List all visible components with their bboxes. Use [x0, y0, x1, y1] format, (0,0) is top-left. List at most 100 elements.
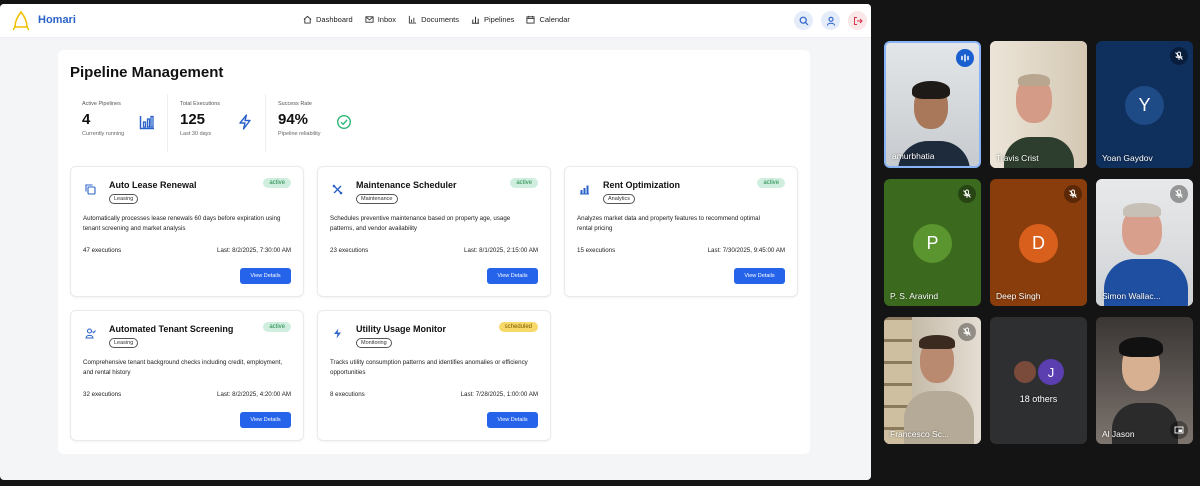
pipeline-panel: Pipeline Management Active Pipelines 4 C… — [58, 50, 810, 454]
mic-off-button[interactable] — [1170, 185, 1188, 203]
bar-chart-icon — [139, 115, 154, 130]
search-button[interactable] — [794, 11, 813, 30]
pipeline-card-automated-tenant-screening: Automated Tenant Screening Leasing activ… — [70, 310, 304, 441]
participant-name: Francesco Sc... — [890, 429, 950, 439]
main-nav: Dashboard Inbox Documents Pipelines Cale… — [303, 15, 570, 24]
view-details-button[interactable]: View Details — [734, 268, 785, 284]
category-tag: Monitoring — [356, 338, 392, 348]
last-run: Last: 8/2/2025, 4:20:00 AM — [217, 391, 291, 398]
search-icon — [799, 16, 808, 25]
mail-icon — [365, 16, 374, 23]
nav-documents[interactable]: Documents — [408, 15, 459, 24]
participant-avatar: P — [913, 224, 952, 263]
check-circle-icon — [336, 114, 352, 130]
participant-tile[interactable]: Travis Crist — [990, 41, 1087, 168]
participant-tile[interactable]: D Deep Singh — [990, 179, 1087, 306]
participant-tile[interactable]: Francesco Sc... — [884, 317, 981, 444]
participant-tile[interactable]: Al Jason — [1096, 317, 1193, 444]
execution-count: 32 executions — [83, 391, 122, 398]
card-description: Analyzes market data and property featur… — [577, 215, 760, 232]
participant-tile[interactable]: P P. S. Aravind — [884, 179, 981, 306]
bars-icon — [471, 16, 480, 24]
mic-off-button[interactable] — [1064, 185, 1082, 203]
wrench-icon — [332, 184, 343, 195]
last-run: Last: 7/30/2025, 9:45:00 AM — [707, 247, 785, 254]
status-badge: active — [263, 322, 291, 332]
view-details-button[interactable]: View Details — [240, 268, 291, 284]
others-tile[interactable]: J 18 others — [990, 317, 1087, 444]
last-run: Last: 7/28/2025, 1:00:00 AM — [460, 391, 538, 398]
pin-tile-button[interactable] — [1170, 421, 1188, 439]
participant-hair — [912, 81, 950, 99]
participant-tile[interactable]: Simon Wallac... — [1096, 179, 1193, 306]
profile-button[interactable] — [821, 11, 840, 30]
nav-pipelines[interactable]: Pipelines — [471, 15, 514, 24]
brand-name[interactable]: Homari — [38, 14, 76, 26]
logout-icon — [853, 16, 863, 25]
execution-count: 15 executions — [577, 247, 616, 254]
lightning-icon — [239, 114, 251, 130]
stat-success-rate: Success Rate 94% Pipeline reliability — [266, 94, 364, 152]
participant-avatar: D — [1019, 224, 1058, 263]
status-badge: active — [757, 178, 785, 188]
page-title: Pipeline Management — [70, 64, 224, 81]
nav-label: Pipelines — [484, 15, 515, 24]
stats-row: Active Pipelines 4 Currently running Tot… — [70, 94, 364, 152]
card-title: Automated Tenant Screening — [109, 324, 234, 334]
others-count: 18 others — [1019, 394, 1058, 404]
participant-hair — [1119, 337, 1163, 357]
participant-tile[interactable]: Y Yoan Gaydov — [1096, 41, 1193, 168]
card-description: Comprehensive tenant background checks i… — [83, 359, 283, 376]
nav-calendar[interactable]: Calendar — [526, 15, 570, 24]
mic-off-button[interactable] — [958, 323, 976, 341]
card-title: Maintenance Scheduler — [356, 180, 457, 190]
speaking-indicator — [956, 49, 974, 67]
view-details-button[interactable]: View Details — [487, 268, 538, 284]
view-details-button[interactable]: View Details — [240, 412, 291, 428]
stat-subtext: Pipeline reliability — [278, 131, 321, 137]
chart-icon — [408, 15, 417, 24]
last-run: Last: 8/1/2025, 2:15:00 AM — [464, 247, 538, 254]
nav-dashboard[interactable]: Dashboard — [303, 15, 353, 24]
mic-off-icon — [1175, 189, 1183, 198]
participant-hair — [1018, 74, 1050, 86]
pipeline-card-utility-usage-monitor: Utility Usage Monitor Monitoring schedul… — [317, 310, 551, 441]
shared-screen: Homari Dashboard Inbox Documents Pipelin… — [0, 4, 871, 480]
stat-label: Active Pipelines — [82, 101, 121, 107]
bar-chart-icon — [580, 185, 589, 195]
others-avatar-photo — [1012, 359, 1038, 385]
home-icon — [303, 15, 312, 24]
card-title: Utility Usage Monitor — [356, 324, 447, 334]
mic-off-button[interactable] — [1170, 47, 1188, 65]
top-navbar: Homari Dashboard Inbox Documents Pipelin… — [0, 4, 871, 38]
homari-logo-icon — [12, 11, 30, 31]
lightning-icon — [334, 328, 341, 339]
participant-name: P. S. Aravind — [890, 291, 939, 301]
view-details-button[interactable]: View Details — [487, 412, 538, 428]
execution-count: 47 executions — [83, 247, 122, 254]
participant-hair — [1123, 203, 1161, 217]
mic-off-button[interactable] — [958, 185, 976, 203]
stat-total-executions: Total Executions 125 Last 30 days — [168, 94, 266, 152]
mic-off-icon — [963, 327, 971, 336]
top-actions — [794, 11, 867, 30]
nav-label: Calendar — [539, 15, 570, 24]
category-tag: Maintenance — [356, 194, 398, 204]
others-avatar: J — [1038, 359, 1064, 385]
pipeline-card-auto-lease-renewal: Auto Lease Renewal Leasing active Automa… — [70, 166, 304, 297]
category-tag: Leasing — [109, 338, 139, 348]
participant-hair — [919, 335, 955, 349]
nav-label: Documents — [421, 15, 459, 24]
user-icon — [826, 16, 835, 26]
logout-button[interactable] — [848, 11, 867, 30]
participant-name: Travis Crist — [996, 153, 1039, 163]
status-badge: active — [510, 178, 538, 188]
status-badge: active — [263, 178, 291, 188]
pipeline-card-rent-optimization: Rent Optimization Analytics active Analy… — [564, 166, 798, 297]
mic-off-icon — [1069, 189, 1077, 198]
participant-tile[interactable]: amurbhatia — [884, 41, 981, 168]
pipeline-card-maintenance-scheduler: Maintenance Scheduler Maintenance active… — [317, 166, 551, 297]
audio-wave-icon — [961, 54, 969, 62]
card-description: Automatically processes lease renewals 6… — [83, 215, 281, 232]
nav-inbox[interactable]: Inbox — [365, 15, 396, 24]
